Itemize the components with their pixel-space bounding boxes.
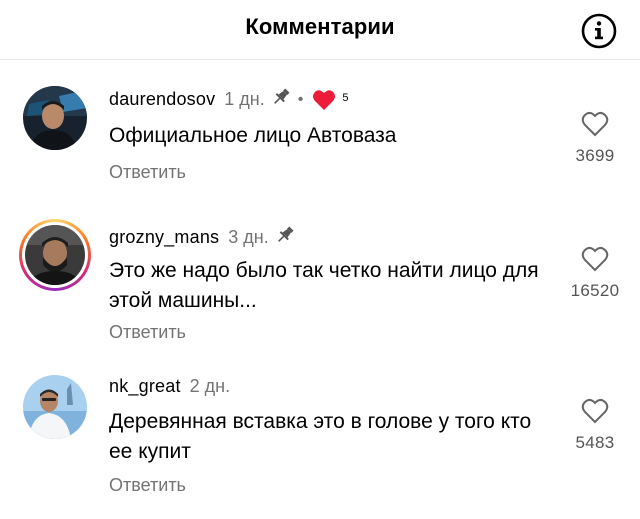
username[interactable]: nk_great (109, 376, 181, 397)
username[interactable]: daurendosov (109, 89, 215, 110)
reply-button[interactable]: Ответить (109, 162, 186, 183)
reply-button[interactable]: Ответить (109, 475, 186, 496)
like-count: 16520 (570, 281, 620, 300)
like-control: 5483 (560, 398, 630, 453)
page-title: Комментарии (245, 14, 395, 39)
pin-icon (271, 87, 291, 112)
comment-text: Деревянная вставка это в голове у того к… (109, 410, 532, 463)
like-heart-icon[interactable] (560, 398, 630, 424)
like-count: 3699 (575, 146, 615, 165)
comment-meta: nk_great 2 дн. (109, 376, 230, 397)
comment-text: Официальное лицо Автоваза (109, 124, 397, 147)
like-count: 5483 (575, 433, 615, 452)
like-control: 3699 (560, 111, 630, 166)
comment-text: Это же надо было так четко найти лицо дл… (109, 259, 539, 312)
comments-header: Комментарии (0, 0, 640, 60)
reply-button[interactable]: Ответить (109, 322, 186, 343)
comment-time: 3 дн. (228, 227, 269, 247)
username[interactable]: grozny_mans (109, 227, 219, 248)
separator-dot: • (297, 90, 304, 108)
avatar (25, 225, 85, 285)
like-heart-icon[interactable] (560, 111, 630, 137)
like-heart-icon[interactable] (560, 246, 630, 272)
pin-icon (275, 225, 295, 250)
comment-time: 2 дн. (189, 376, 231, 396)
comment-time: 1 дн. (224, 89, 265, 109)
avatar-story-ring[interactable] (19, 219, 91, 291)
avatar[interactable] (23, 86, 87, 150)
mini-badge: 5 (342, 91, 349, 104)
comment-meta: daurendosov 1 дн. • 5 (109, 87, 348, 112)
avatar[interactable] (23, 375, 87, 439)
info-icon[interactable] (580, 12, 618, 50)
like-control: 16520 (560, 246, 630, 301)
author-liked-heart-icon (312, 89, 336, 111)
comment-meta: grozny_mans 3 дн. (109, 225, 295, 250)
